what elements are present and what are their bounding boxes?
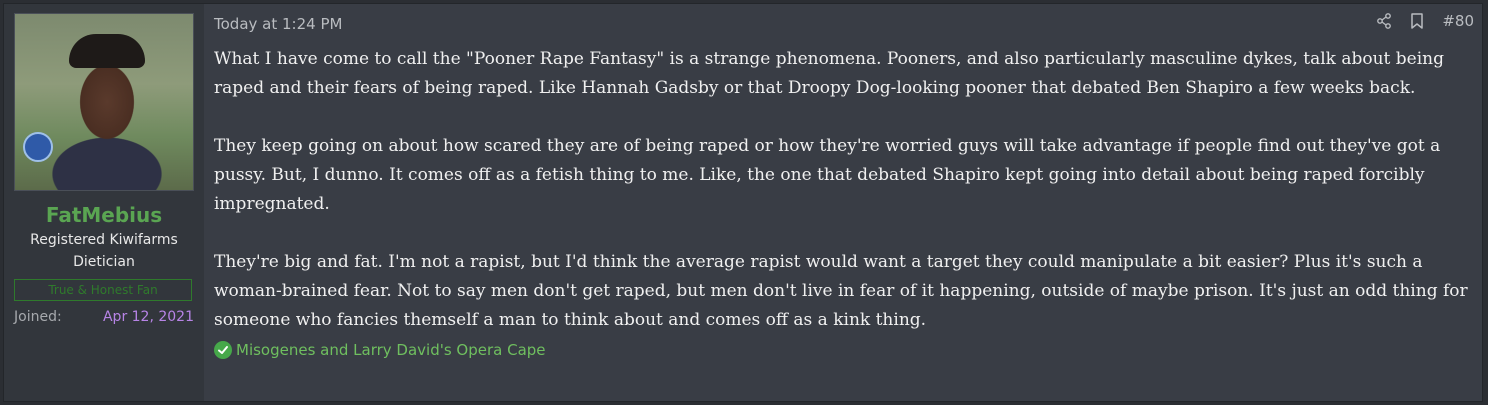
username[interactable]: FatMebius: [14, 203, 194, 227]
joined-row: Joined: Apr 12, 2021: [14, 307, 194, 327]
avatar-pin-badge: [23, 132, 53, 162]
share-icon[interactable]: [1376, 13, 1392, 29]
joined-label: Joined:: [14, 309, 62, 325]
post-actions: #80: [1376, 12, 1474, 30]
post-main: Today at 1:24 PM #80 What I have come to…: [204, 4, 1482, 401]
forum-post: FatMebius Registered Kiwifarms Dietician…: [3, 3, 1483, 402]
reactions-list-link[interactable]: Misogenes and Larry David's Opera Cape: [236, 341, 546, 359]
check-circle-icon: [214, 341, 232, 359]
user-banner: True & Honest Fan: [14, 279, 192, 301]
post-timestamp[interactable]: Today at 1:24 PM: [214, 15, 342, 33]
post-body: What I have come to call the "Pooner Rap…: [214, 45, 1472, 335]
joined-date: Apr 12, 2021: [102, 309, 194, 325]
post-paragraph: They keep going on about how scared they…: [214, 136, 1441, 214]
reactions-bar: Misogenes and Larry David's Opera Cape: [214, 341, 1472, 359]
post-paragraph: They're big and fat. I'm not a rapist, b…: [214, 252, 1468, 330]
post-number-link[interactable]: #80: [1442, 12, 1474, 30]
bookmark-icon[interactable]: [1410, 13, 1424, 29]
post-meta: Today at 1:24 PM: [214, 12, 1472, 36]
post-paragraph: What I have come to call the "Pooner Rap…: [214, 49, 1445, 98]
user-title: Registered Kiwifarms Dietician: [30, 232, 178, 270]
avatar-hair: [69, 34, 145, 68]
avatar[interactable]: [14, 13, 194, 191]
post-user-sidebar: FatMebius Registered Kiwifarms Dietician…: [4, 4, 204, 401]
